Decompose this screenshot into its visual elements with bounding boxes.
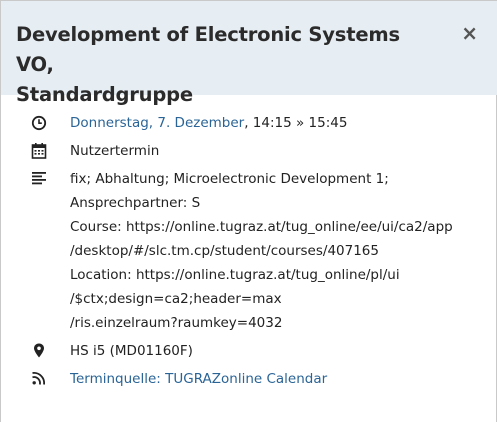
- description-line: /desktop/#/slc.tm.cp/student/courses/407…: [70, 243, 379, 259]
- dialog-title-line-1: Development of Electronic Systems VO,: [16, 23, 400, 76]
- description-line: Location: https://online.tugraz.at/tug_o…: [70, 267, 400, 283]
- calendar-source-link[interactable]: Terminquelle: TUGRAZonline Calendar: [70, 371, 327, 387]
- event-description: fix; Abhaltung; Microelectronic Developm…: [70, 167, 453, 335]
- description-line: /ris.einzelraum?raumkey=4032: [70, 315, 283, 331]
- description-line: Course: https://online.tugraz.at/tug_onl…: [70, 219, 453, 235]
- event-dialog: Development of Electronic Systems VO, St…: [0, 0, 497, 422]
- align-left-icon: [32, 172, 46, 185]
- description-line: fix; Abhaltung; Microelectronic Developm…: [70, 171, 389, 187]
- clock-icon: [31, 115, 47, 131]
- map-marker-icon: [34, 343, 44, 358]
- calendar-icon: [31, 143, 47, 159]
- event-time: Donnerstag, 7. Dezember, 14:15 » 15:45: [70, 111, 347, 135]
- dialog-title-line-2: Standardgruppe: [16, 83, 193, 106]
- event-location: HS i5 (MD01160F): [70, 343, 193, 359]
- event-date-link[interactable]: Donnerstag, 7. Dezember: [70, 115, 244, 131]
- rss-icon: [32, 372, 45, 385]
- close-button[interactable]: ×: [461, 21, 478, 45]
- dialog-header: Development of Electronic Systems VO, St…: [1, 0, 497, 106]
- description-line: Ansprechpartner: S: [70, 195, 201, 211]
- event-type: Nutzertermin: [70, 143, 160, 159]
- dialog-title: Development of Electronic Systems VO, St…: [16, 20, 416, 110]
- event-source: Terminquelle: TUGRAZonline Calendar: [70, 367, 327, 391]
- description-line: /$ctx;design=ca2;header=max: [70, 291, 282, 307]
- event-time-range: , 14:15 » 15:45: [244, 115, 348, 131]
